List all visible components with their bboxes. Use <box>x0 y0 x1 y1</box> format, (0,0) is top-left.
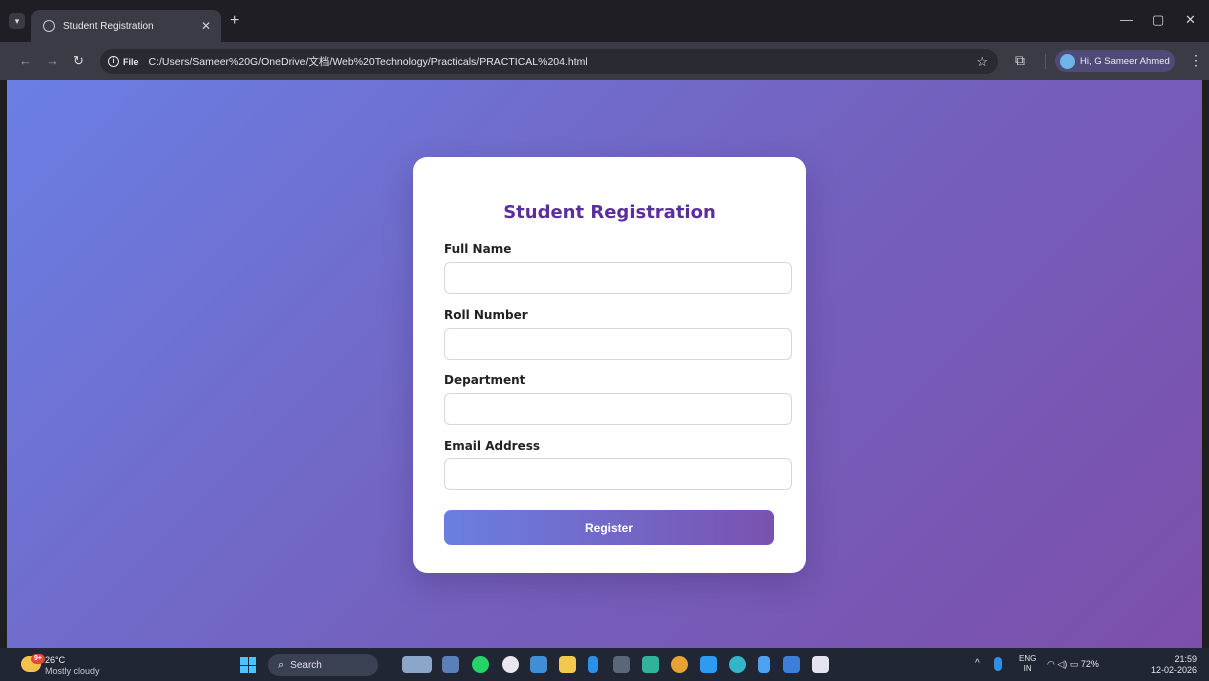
form-title: Student Registration <box>503 202 716 223</box>
url-bar[interactable]: i File C:/Users/Sameer%20G/OneDrive/文档/W… <box>100 49 998 74</box>
roll-number-label: Roll Number <box>444 308 528 322</box>
clock-date: 12-02-2026 <box>1150 665 1197 675</box>
screen: ▾ Student Registration ✕ + — ▢ ✕ ← → ↻ i… <box>0 0 1209 681</box>
widgets-icon[interactable] <box>442 656 459 673</box>
search-icon: ⌕ <box>278 658 285 671</box>
full-name-input[interactable] <box>444 262 792 294</box>
wifi-icon: ◠ <box>1047 659 1055 669</box>
new-tab-icon[interactable]: + <box>230 13 239 29</box>
text-app-icon[interactable] <box>758 656 770 673</box>
weather-temperature: 26°C <box>45 655 66 665</box>
address-bar: ← → ↻ i File C:/Users/Sameer%20G/OneDriv… <box>0 42 1209 80</box>
weather-badge: 9+ <box>31 654 45 664</box>
site-info-chip[interactable]: i File <box>108 56 139 67</box>
language-indicator[interactable]: ENG IN <box>1019 654 1036 674</box>
reload-icon[interactable]: ↻ <box>73 53 84 69</box>
bluetooth-icon[interactable] <box>994 657 1002 671</box>
back-icon[interactable]: ← <box>19 53 32 68</box>
toolbar-divider <box>1045 54 1046 69</box>
restore-icon[interactable]: ▢ <box>1152 12 1164 28</box>
file-chip-label: File <box>123 56 139 67</box>
battery-icon: ▭ <box>1069 659 1079 669</box>
chatgpt-icon[interactable] <box>502 656 519 673</box>
lang-bottom: IN <box>1023 664 1032 673</box>
registration-card: Student Registration Full Name Roll Numb… <box>413 157 806 573</box>
whatsapp-icon[interactable] <box>472 656 489 673</box>
chrome-icon[interactable] <box>671 656 688 673</box>
vscode-icon[interactable] <box>700 656 717 673</box>
avatar <box>1060 53 1075 69</box>
extensions-icon[interactable]: ⧉ <box>1015 52 1025 69</box>
clock-time: 21:59 <box>1174 654 1197 664</box>
minimize-icon[interactable]: — <box>1120 12 1133 27</box>
bluetooth-app-icon[interactable] <box>588 656 598 673</box>
taskbar-search[interactable]: ⌕ Search <box>268 654 378 676</box>
calendar-icon[interactable] <box>812 656 829 673</box>
clock[interactable]: 21:59 12-02-2026 <box>1151 654 1197 676</box>
taskbar: 9+ 26°C Mostly cloudy ⌕ Search ^ ENG IN … <box>0 648 1209 681</box>
tab-title: Student Registration <box>63 20 154 32</box>
system-tray[interactable]: ◠ ◁) ▭ 72% <box>1047 659 1099 670</box>
register-button[interactable]: Register <box>444 510 774 545</box>
photos-icon[interactable] <box>642 656 659 673</box>
battery-percent: 72% <box>1080 659 1099 669</box>
profile-button[interactable]: Hi, G Sameer Ahmed <box>1055 50 1175 72</box>
tab-bar: ▾ Student Registration ✕ + — ▢ ✕ <box>0 0 1209 42</box>
browser-tab[interactable]: Student Registration ✕ <box>31 10 221 42</box>
task-view-icon[interactable] <box>402 656 432 673</box>
weather-description: Mostly cloudy <box>45 666 100 676</box>
close-window-icon[interactable]: ✕ <box>1185 12 1196 28</box>
tab-search-icon[interactable]: ▾ <box>9 13 25 29</box>
roll-number-input[interactable] <box>444 328 792 360</box>
word-icon[interactable] <box>783 656 800 673</box>
profile-label: Hi, G Sameer Ahmed <box>1080 55 1170 67</box>
more-menu-icon[interactable]: ⋮ <box>1189 52 1203 69</box>
volume-icon: ◁) <box>1057 659 1068 669</box>
full-name-label: Full Name <box>444 242 512 256</box>
bookmark-star-icon[interactable]: ☆ <box>976 54 988 70</box>
info-icon: i <box>108 56 119 67</box>
copilot-icon[interactable] <box>530 656 547 673</box>
page-viewport: Student Registration Full Name Roll Numb… <box>7 80 1202 648</box>
globe-icon <box>43 20 55 32</box>
lang-top: ENG <box>1019 654 1037 663</box>
department-label: Department <box>444 373 526 387</box>
edge-icon[interactable] <box>729 656 746 673</box>
file-explorer-icon[interactable] <box>559 656 576 673</box>
department-input[interactable] <box>444 393 792 425</box>
close-tab-icon[interactable]: ✕ <box>197 19 215 33</box>
terminal-icon[interactable] <box>613 656 630 673</box>
windows-start-icon[interactable] <box>240 657 256 673</box>
chevron-up-icon[interactable]: ^ <box>975 658 980 669</box>
forward-icon[interactable]: → <box>46 53 59 68</box>
email-input[interactable] <box>444 458 792 490</box>
search-label: Search <box>290 659 322 671</box>
email-label: Email Address <box>444 439 541 453</box>
url-text: C:/Users/Sameer%20G/OneDrive/文档/Web%20Te… <box>148 56 588 68</box>
